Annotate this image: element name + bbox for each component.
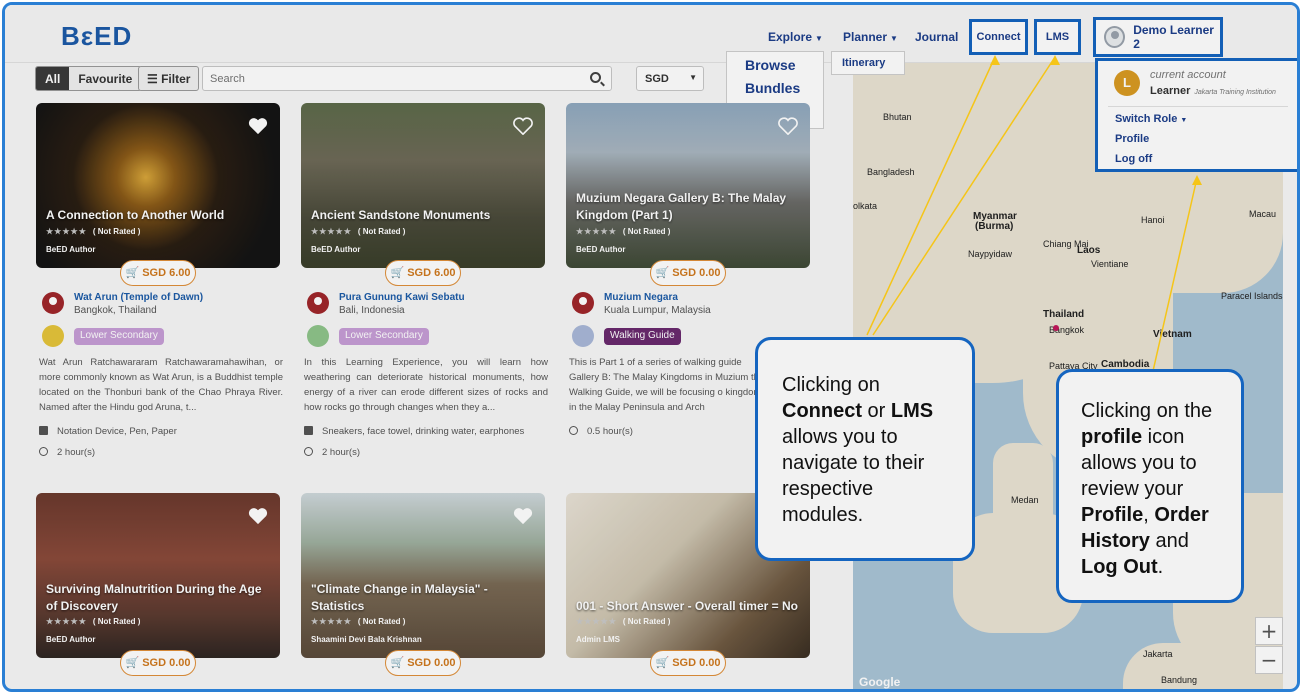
price-badge[interactable]: 🛒 SGD 0.00 xyxy=(120,650,196,676)
account-dropdown: L current account Learner Jakarta Trainin… xyxy=(1095,58,1297,172)
rating-stars-icon: ★★★★★ xyxy=(576,227,617,236)
location-pin-icon xyxy=(572,292,594,314)
divider xyxy=(1108,106,1288,107)
favourite-tab[interactable]: Favourite xyxy=(69,67,142,90)
cart-icon: 🛒 xyxy=(390,657,408,669)
switch-role-link[interactable]: Switch Role ▼ xyxy=(1115,113,1187,125)
price-badge[interactable]: 🛒 SGD 6.00 xyxy=(385,260,461,286)
rating-stars-icon: ★★★★★ xyxy=(46,617,87,626)
level-icon xyxy=(307,325,329,347)
user-avatar-icon xyxy=(1104,26,1126,48)
filter-icon: ☰ xyxy=(147,72,162,86)
price-badge[interactable]: 🛒 SGD 0.00 xyxy=(650,260,726,286)
top-header: BεED Explore ▼ Planner ▼ Journal Connect L… xyxy=(5,5,1297,63)
filter-button[interactable]: ☰ Filter xyxy=(138,66,200,91)
card-malnutrition[interactable]: Surviving Malnutrition During the Age of… xyxy=(36,493,280,689)
account-avatar: L xyxy=(1114,70,1140,96)
current-account-label: current account xyxy=(1150,69,1226,81)
heart-icon[interactable] xyxy=(248,117,268,135)
materials-icon xyxy=(304,426,313,435)
nav-lms[interactable]: LMS xyxy=(1034,19,1081,55)
map-marker[interactable] xyxy=(1053,325,1059,331)
menu-bundles[interactable]: Bundles xyxy=(727,75,823,98)
chevron-down-icon: ▼ xyxy=(689,73,697,82)
chevron-down-icon: ▼ xyxy=(1180,117,1188,124)
all-tab[interactable]: All xyxy=(36,67,70,90)
cart-icon: 🛒 xyxy=(390,267,408,279)
user-name: Demo Learner 2 xyxy=(1133,23,1214,51)
materials-icon xyxy=(39,426,48,435)
card-image xyxy=(36,103,280,268)
currency-select[interactable]: SGD ▼ xyxy=(636,66,704,91)
zoom-out-button[interactable]: − xyxy=(1255,646,1283,674)
price-badge[interactable]: 🛒 SGD 6.00 xyxy=(120,260,196,286)
nav-planner[interactable]: Planner ▼ xyxy=(843,30,898,44)
card-image xyxy=(301,493,545,658)
heart-icon[interactable] xyxy=(778,117,798,135)
guide-icon xyxy=(572,325,594,347)
card-image xyxy=(301,103,545,268)
level-icon xyxy=(42,325,64,347)
rating-stars-icon: ★★★★★ xyxy=(46,227,87,236)
rating-stars-icon: ★★★★★ xyxy=(311,227,352,236)
profile-link[interactable]: Profile xyxy=(1115,133,1149,145)
zoom-in-button[interactable]: + xyxy=(1255,617,1283,645)
card-climate[interactable]: "Climate Change in Malaysia" - Statistic… xyxy=(301,493,545,689)
card-image xyxy=(36,493,280,658)
menu-itinerary[interactable]: Itinerary xyxy=(831,51,905,75)
clock-icon xyxy=(569,426,578,435)
user-profile-button[interactable]: Demo Learner 2 xyxy=(1093,17,1223,57)
search-box xyxy=(202,66,612,91)
price-badge[interactable]: 🛒 SGD 0.00 xyxy=(650,650,726,676)
cart-icon: 🛒 xyxy=(125,657,143,669)
price-badge[interactable]: 🛒 SGD 0.00 xyxy=(385,650,461,676)
nav-connect[interactable]: Connect xyxy=(969,19,1028,55)
heart-icon[interactable] xyxy=(248,507,268,525)
search-icon[interactable] xyxy=(590,72,601,83)
cart-icon: 🛒 xyxy=(125,267,143,279)
menu-browse[interactable]: Browse xyxy=(727,52,823,75)
nav-journal[interactable]: Journal xyxy=(915,30,958,44)
nav-explore[interactable]: Explore ▼ xyxy=(768,30,823,44)
location-pin-icon xyxy=(42,292,64,314)
clock-icon xyxy=(39,447,48,456)
clock-icon xyxy=(304,447,313,456)
cart-icon: 🛒 xyxy=(655,657,673,669)
search-input[interactable] xyxy=(203,67,573,90)
chevron-down-icon: ▼ xyxy=(815,34,823,43)
view-toggle: All Favourite xyxy=(35,66,143,91)
google-logo: Google xyxy=(859,675,901,689)
location-pin-icon xyxy=(307,292,329,314)
screenshot-frame: BεED Explore ▼ Planner ▼ Journal Connect L… xyxy=(2,2,1300,692)
cart-icon: 🛒 xyxy=(655,267,673,279)
connect-lms-callout: Clicking on Connect or LMS allows you to… xyxy=(755,337,975,561)
log-off-link[interactable]: Log off xyxy=(1115,153,1152,165)
heart-icon[interactable] xyxy=(513,117,533,135)
card-wat-arun[interactable]: A Connection to Another World ★★★★★( Not… xyxy=(36,103,283,463)
beed-logo[interactable]: BεED xyxy=(61,21,132,52)
account-role: Learner Jakarta Training Institution xyxy=(1150,85,1276,97)
rating-stars-icon: ★★★★★ xyxy=(576,617,617,626)
heart-icon[interactable] xyxy=(513,507,533,525)
card-image xyxy=(566,103,810,268)
profile-callout: Clicking on the profile icon allows you … xyxy=(1056,369,1244,603)
rating-stars-icon: ★★★★★ xyxy=(311,617,352,626)
card-sandstone[interactable]: Ancient Sandstone Monuments ★★★★★( Not R… xyxy=(301,103,548,463)
chevron-down-icon: ▼ xyxy=(890,34,898,43)
account-institution: Jakarta Training Institution xyxy=(1194,89,1276,96)
